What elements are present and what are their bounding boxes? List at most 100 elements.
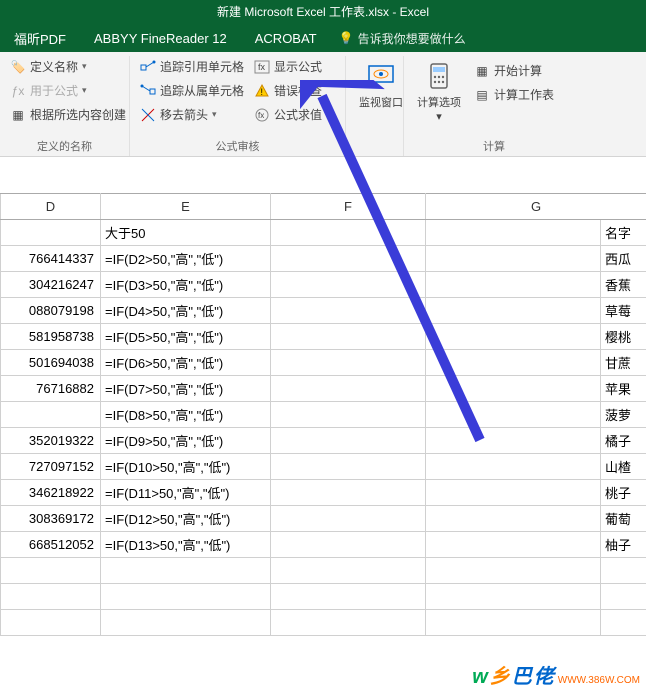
cell[interactable]: 304216247 xyxy=(1,272,101,298)
cell[interactable]: 菠萝 xyxy=(601,402,646,428)
cell[interactable] xyxy=(426,376,601,402)
cell[interactable]: =IF(D9>50,"高","低") xyxy=(101,428,271,454)
cell[interactable]: =IF(D13>50,"高","低") xyxy=(101,532,271,558)
cell[interactable] xyxy=(101,610,271,636)
table-row[interactable]: 727097152=IF(D10>50,"高","低")山楂 xyxy=(1,454,646,480)
cell[interactable] xyxy=(271,272,426,298)
cell[interactable] xyxy=(426,454,601,480)
cell[interactable]: 501694038 xyxy=(1,350,101,376)
trace-dependents-button[interactable]: 追踪从属单元格 xyxy=(136,80,248,101)
cell[interactable]: =IF(D8>50,"高","低") xyxy=(101,402,271,428)
cell[interactable] xyxy=(426,350,601,376)
cell[interactable] xyxy=(271,428,426,454)
cell[interactable]: 香蕉 xyxy=(601,272,646,298)
cell[interactable]: =IF(D10>50,"高","低") xyxy=(101,454,271,480)
table-row[interactable]: 304216247=IF(D3>50,"高","低") 香蕉 xyxy=(1,272,646,298)
cell[interactable]: 葡萄 xyxy=(601,506,646,532)
cell[interactable]: 桃子 xyxy=(601,480,646,506)
table-row[interactable]: 581958738=IF(D5>50,"高","低") 樱桃 xyxy=(1,324,646,350)
cell[interactable]: =IF(D12>50,"高","低") xyxy=(101,506,271,532)
cell[interactable] xyxy=(601,610,646,636)
table-row[interactable]: 大于50 名字 xyxy=(1,220,646,246)
spreadsheet-grid[interactable]: D E F G 大于50 名字 766414337=IF(D2>50,"高","… xyxy=(0,193,646,636)
cell[interactable] xyxy=(271,558,426,584)
cell[interactable] xyxy=(271,298,426,324)
tab-foxit[interactable]: 福昕PDF xyxy=(8,25,72,52)
cell[interactable]: =IF(D5>50,"高","低") xyxy=(101,324,271,350)
cell[interactable]: 727097152 xyxy=(1,454,101,480)
cell[interactable] xyxy=(426,402,601,428)
col-header-E[interactable]: E xyxy=(101,194,271,220)
col-header-G[interactable]: G xyxy=(426,194,646,220)
cell[interactable] xyxy=(426,610,601,636)
table-row[interactable]: 76716882=IF(D7>50,"高","低")苹果 xyxy=(1,376,646,402)
watch-window-button[interactable]: 监视窗口 xyxy=(352,56,410,114)
cell[interactable] xyxy=(271,532,426,558)
calc-sheet-button[interactable]: ▤ 计算工作表 xyxy=(470,84,558,105)
cell[interactable] xyxy=(426,246,601,272)
cell[interactable] xyxy=(601,584,646,610)
table-row[interactable] xyxy=(1,584,646,610)
calc-options-button[interactable]: 计算选项 ▾ xyxy=(410,56,468,127)
cell[interactable]: =IF(D2>50,"高","低") xyxy=(101,246,271,272)
cell[interactable]: 581958738 xyxy=(1,324,101,350)
cell[interactable] xyxy=(601,558,646,584)
cell[interactable]: 352019322 xyxy=(1,428,101,454)
col-header-F[interactable]: F xyxy=(271,194,426,220)
table-row[interactable]: 308369172=IF(D12>50,"高","低") 葡萄 xyxy=(1,506,646,532)
cell[interactable]: 大于50 xyxy=(101,220,271,246)
cell[interactable] xyxy=(101,558,271,584)
cell[interactable]: 橘子 xyxy=(601,428,646,454)
table-row[interactable]: 088079198=IF(D4>50,"高","低")草莓 xyxy=(1,298,646,324)
tell-me-box[interactable]: 💡 告诉我你想要做什么 xyxy=(339,30,466,47)
cell[interactable]: 樱桃 xyxy=(601,324,646,350)
cell[interactable] xyxy=(426,272,601,298)
cell[interactable] xyxy=(271,584,426,610)
cell[interactable]: =IF(D6>50,"高","低") xyxy=(101,350,271,376)
cell[interactable]: =IF(D3>50,"高","低") xyxy=(101,272,271,298)
cell[interactable]: 西瓜 xyxy=(601,246,646,272)
cell[interactable]: 甘蔗 xyxy=(601,350,646,376)
cell[interactable] xyxy=(426,532,601,558)
cell[interactable]: 308369172 xyxy=(1,506,101,532)
cell[interactable] xyxy=(1,584,101,610)
cell[interactable] xyxy=(271,350,426,376)
cell[interactable] xyxy=(271,610,426,636)
cell[interactable] xyxy=(1,558,101,584)
table-row[interactable]: 501694038=IF(D6>50,"高","低") 甘蔗 xyxy=(1,350,646,376)
cell[interactable]: =IF(D11>50,"高","低") xyxy=(101,480,271,506)
cell[interactable]: 76716882 xyxy=(1,376,101,402)
table-row[interactable]: 346218922=IF(D11>50,"高","低")桃子 xyxy=(1,480,646,506)
tab-abbyy[interactable]: ABBYY FineReader 12 xyxy=(88,27,233,50)
cell[interactable] xyxy=(426,220,601,246)
cell[interactable]: 名字 xyxy=(601,220,646,246)
cell[interactable] xyxy=(271,454,426,480)
table-row[interactable]: 352019322=IF(D9>50,"高","低") 橘子 xyxy=(1,428,646,454)
error-check-button[interactable]: ! 错误检查 xyxy=(250,80,326,101)
cell[interactable] xyxy=(426,298,601,324)
cell[interactable] xyxy=(426,506,601,532)
cell[interactable] xyxy=(426,324,601,350)
show-formulas-button[interactable]: fx 显示公式 xyxy=(250,56,326,77)
cell[interactable]: 苹果 xyxy=(601,376,646,402)
cell[interactable]: 668512052 xyxy=(1,532,101,558)
cell[interactable] xyxy=(271,480,426,506)
cell[interactable]: =IF(D4>50,"高","低") xyxy=(101,298,271,324)
cell[interactable] xyxy=(426,428,601,454)
cell[interactable] xyxy=(271,324,426,350)
cell[interactable] xyxy=(426,584,601,610)
cell[interactable] xyxy=(1,402,101,428)
cell[interactable] xyxy=(101,584,271,610)
table-row[interactable] xyxy=(1,610,646,636)
table-row[interactable]: 766414337=IF(D2>50,"高","低")西瓜 xyxy=(1,246,646,272)
cell[interactable] xyxy=(271,506,426,532)
create-from-selection-button[interactable]: ▦ 根据所选内容创建 xyxy=(6,104,130,125)
cell[interactable] xyxy=(1,220,101,246)
cell[interactable] xyxy=(271,402,426,428)
table-row[interactable] xyxy=(1,558,646,584)
cell[interactable] xyxy=(271,376,426,402)
cell[interactable] xyxy=(426,558,601,584)
cell[interactable]: 草莓 xyxy=(601,298,646,324)
trace-precedents-button[interactable]: 追踪引用单元格 xyxy=(136,56,248,77)
col-header-D[interactable]: D xyxy=(1,194,101,220)
